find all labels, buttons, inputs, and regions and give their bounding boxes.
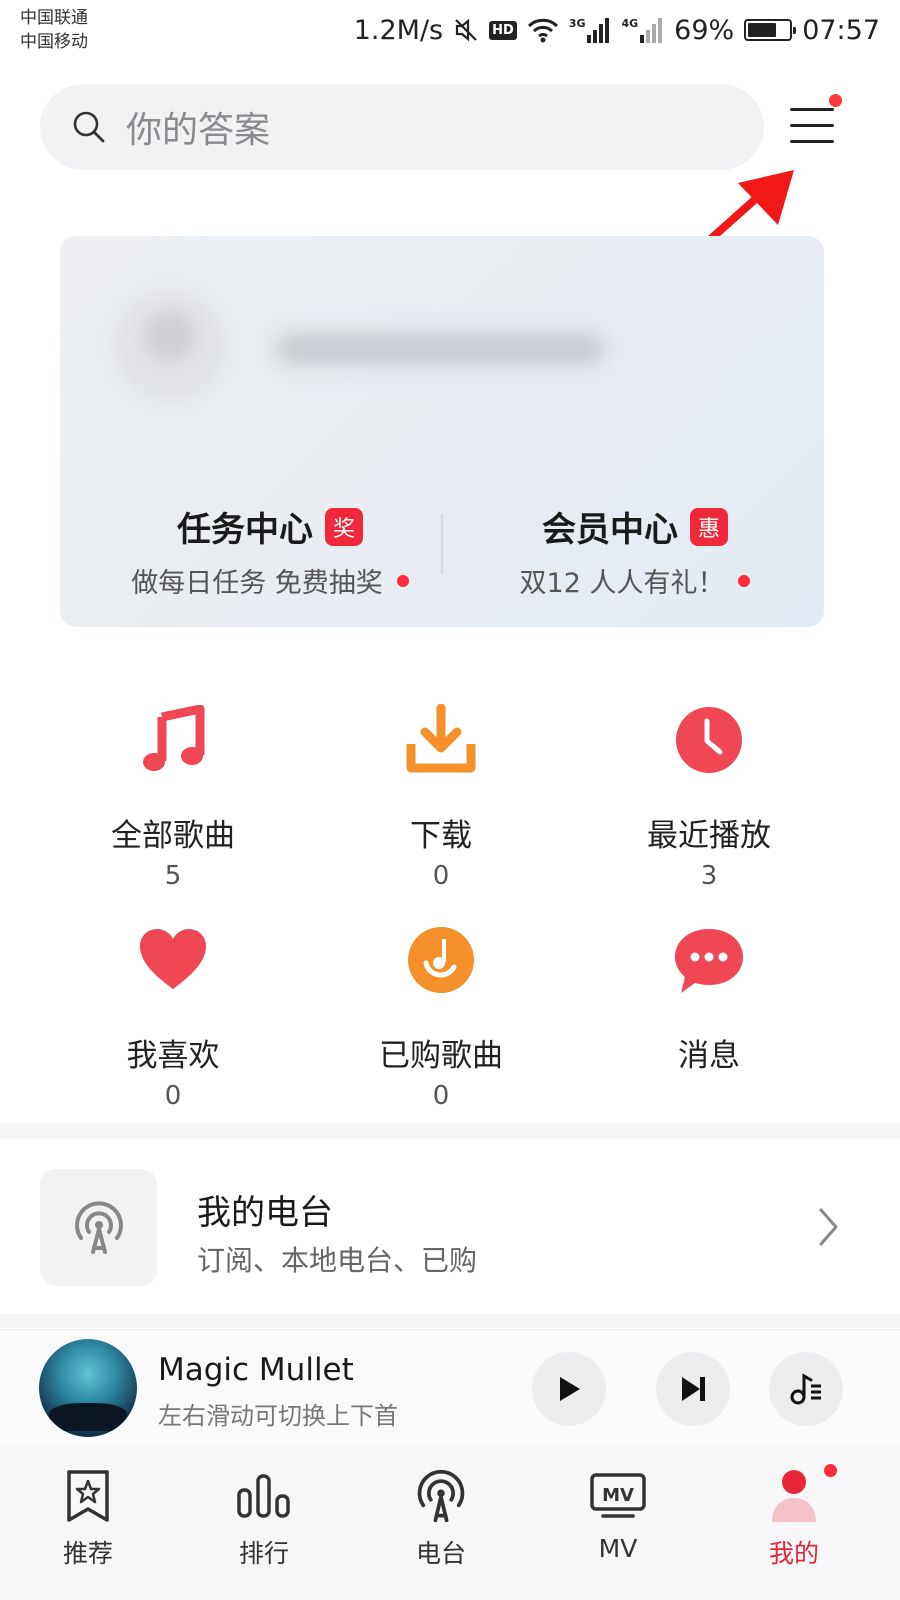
play-icon [560, 1377, 580, 1401]
chart-bars-icon [237, 1474, 290, 1518]
svg-text:MV: MV [602, 1485, 634, 1506]
grid-recent[interactable]: 最近播放 3 [579, 700, 839, 891]
status-indicators: 1.2M/s HD 3G 4G 69% 07:57 [354, 12, 880, 48]
vip-center-dot [738, 574, 751, 587]
carrier-1: 中国联通 [20, 8, 88, 28]
song-title: Magic Mullet [158, 1352, 354, 1388]
task-center-subtitle: 做每日任务 免费抽奖 [131, 568, 383, 599]
vip-center-subtitle: 双12 人人有礼！ [519, 568, 725, 599]
signal-4g-icon [640, 18, 663, 43]
tab-label: 电台 [415, 1539, 466, 1568]
vip-center-badge: 惠 [690, 507, 728, 546]
grid-download[interactable]: 下载 0 [311, 700, 571, 891]
menu-button[interactable] [790, 108, 838, 148]
radio-title: 我的电台 [197, 1193, 333, 1233]
mv-tv-icon: MV [590, 1473, 646, 1518]
chevron-right-icon [819, 1208, 838, 1246]
signal-3g-icon [587, 18, 610, 43]
battery-percent: 69% [674, 14, 735, 46]
grid-label: 最近播放 [647, 818, 771, 854]
grid-label: 已购歌曲 [379, 1038, 503, 1074]
clock-icon [676, 707, 742, 773]
card-divider [441, 514, 443, 574]
playlist-icon [790, 1373, 821, 1405]
search-placeholder: 你的答案 [126, 110, 271, 151]
grid-count: 5 [164, 861, 182, 891]
wifi-icon [527, 18, 558, 43]
tab-label: 推荐 [62, 1539, 113, 1568]
section-divider [0, 1123, 900, 1139]
carrier-2: 中国移动 [20, 32, 88, 52]
signal-4g-label: 4G [621, 17, 639, 30]
menu-icon-line [790, 108, 834, 111]
purchased-disc-icon [408, 927, 474, 993]
menu-icon-line [790, 140, 834, 143]
my-radio-row[interactable]: 我的电台 订阅、本地电台、已购 [0, 1139, 900, 1314]
net-speed: 1.2M/s [353, 14, 444, 46]
mini-player[interactable]: Magic Mullet 左右滑动可切换上下首 [0, 1329, 900, 1446]
battery-level [748, 23, 776, 37]
tab-radio[interactable]: 电台 [381, 1466, 501, 1570]
radio-tower-icon [74, 1200, 123, 1254]
next-icon [682, 1377, 705, 1401]
playlist-button[interactable] [769, 1352, 843, 1426]
radio-subtitle: 订阅、本地电台、已购 [197, 1244, 478, 1277]
signal-3g-label: 3G [568, 17, 586, 30]
grid-count: 0 [164, 1081, 182, 1111]
grid-favorites[interactable]: 我喜欢 0 [43, 920, 303, 1111]
grid-count: 3 [700, 861, 718, 891]
grid-label: 下载 [410, 818, 472, 854]
battery-icon [744, 19, 797, 41]
message-icon [675, 929, 743, 993]
play-button[interactable] [532, 1352, 606, 1426]
task-center-badge: 奖 [325, 507, 363, 546]
grid-label: 全部歌曲 [111, 818, 235, 854]
grid-purchased[interactable]: 已购歌曲 0 [311, 920, 571, 1111]
profile-icon [772, 1470, 816, 1522]
next-button[interactable] [656, 1352, 730, 1426]
vip-center[interactable]: 会员中心 惠 双12 人人有礼！ [465, 502, 805, 600]
tab-label: 排行 [238, 1539, 289, 1568]
mute-icon [455, 18, 477, 42]
status-bar: 中国联通 中国移动 1.2M/s HD 3G 4G 69% 07:57 [0, 0, 900, 60]
grid-messages[interactable]: 消息 [579, 920, 839, 1081]
heart-icon [140, 929, 206, 989]
carrier-names: 中国联通 中国移动 [20, 6, 88, 54]
task-center[interactable]: 任务中心 奖 做每日任务 免费抽奖 [100, 502, 440, 600]
song-subtitle: 左右滑动可切换上下首 [158, 1402, 398, 1430]
tab-label: MV [598, 1534, 638, 1563]
menu-notification-dot [829, 94, 842, 107]
tab-notification-dot [824, 1464, 837, 1477]
grid-label: 消息 [678, 1038, 740, 1074]
tab-ranking[interactable]: 排行 [204, 1466, 324, 1570]
bottom-tab-bar: 推荐 排行 电台 MV MV 我的 [0, 1446, 900, 1600]
profile-card[interactable]: 任务中心 奖 做每日任务 免费抽奖 会员中心 惠 双12 人人有礼！ [60, 236, 824, 627]
tab-recommend[interactable]: 推荐 [28, 1466, 148, 1570]
avatar[interactable] [115, 291, 225, 401]
star-bookmark-icon [67, 1470, 109, 1522]
section-divider [0, 1314, 900, 1328]
vip-center-title: 会员中心 [542, 510, 678, 550]
grid-label: 我喜欢 [126, 1038, 220, 1074]
tab-label: 我的 [768, 1539, 819, 1568]
tab-mine[interactable]: 我的 [734, 1466, 854, 1570]
download-icon [406, 704, 476, 773]
grid-count: 0 [432, 861, 450, 891]
menu-icon-line [790, 124, 834, 127]
radio-icon-box [40, 1169, 157, 1286]
grid-all-songs[interactable]: 全部歌曲 5 [43, 700, 303, 891]
tab-mv[interactable]: MV MV [558, 1466, 678, 1563]
search-icon [73, 111, 105, 143]
radio-tower-icon [417, 1469, 465, 1523]
hd-icon: HD [489, 20, 517, 40]
grid-count: 0 [432, 1081, 450, 1111]
search-input[interactable]: 你的答案 [40, 84, 764, 170]
task-center-dot [396, 574, 409, 587]
music-note-icon [143, 705, 205, 771]
album-art[interactable] [39, 1339, 137, 1437]
task-center-title: 任务中心 [177, 510, 313, 550]
username-blurred [275, 333, 605, 365]
clock-time: 07:57 [802, 14, 880, 46]
